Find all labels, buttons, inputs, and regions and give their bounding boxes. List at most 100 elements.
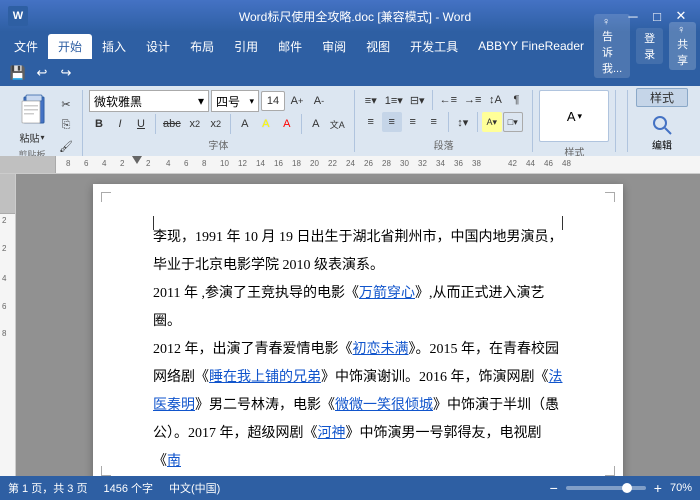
page-corner-br bbox=[605, 466, 615, 476]
document-content: 李现，1991 年 10 月 19 日出生于湖北省荆州市，中国内地男演员， 毕业… bbox=[153, 224, 563, 476]
font-size-selector[interactable]: 四号 ▾ bbox=[211, 90, 259, 112]
page-count: 第 1 页，共 3 页 bbox=[8, 480, 87, 496]
underline-btn[interactable]: U bbox=[131, 114, 151, 134]
save-btn[interactable]: 💾 bbox=[8, 63, 28, 83]
paste-dropdown[interactable]: ▾ bbox=[40, 133, 44, 142]
title-text: Word标尺使用全攻略.doc [兼容模式] - Word bbox=[88, 8, 622, 25]
menu-item-abbyy[interactable]: ABBYY FineReader bbox=[468, 35, 594, 57]
styles-gallery[interactable]: A ▾ bbox=[539, 90, 609, 142]
find-edit-btn[interactable]: 编辑 bbox=[646, 111, 678, 154]
menu-item-dev[interactable]: 开发工具 bbox=[400, 34, 468, 59]
zoom-in-btn[interactable]: + bbox=[654, 480, 662, 496]
paragraph-1: 李现，1991 年 10 月 19 日出生于湖北省荆州市，中国内地男演员， bbox=[153, 224, 563, 252]
font-color-btn[interactable]: A bbox=[277, 114, 297, 134]
paragraph-3: 2011 年 ,参演了王竞执导的电影《万箭穿心》,从而正式进入演艺圈。 bbox=[153, 280, 563, 336]
font-grow-btn[interactable]: A+ bbox=[287, 91, 307, 111]
paste-button[interactable]: 粘贴 ▾ bbox=[10, 90, 54, 147]
link-heshen[interactable]: 河神 bbox=[318, 426, 346, 441]
language: 中文(中国) bbox=[169, 480, 220, 496]
link-weiweixiao[interactable]: 微微一笑很倾城 bbox=[335, 398, 433, 413]
styles-big-btn[interactable]: 样式 bbox=[636, 88, 688, 107]
cursor-mark-r bbox=[562, 216, 563, 230]
sort-btn[interactable]: ↕A bbox=[485, 90, 505, 110]
bold-btn[interactable]: B bbox=[89, 114, 109, 134]
search-icon bbox=[650, 113, 674, 137]
number-list-btn[interactable]: 1≡▾ bbox=[382, 90, 406, 110]
paste-label: 粘贴 bbox=[19, 130, 39, 145]
superscript-btn[interactable]: x2 bbox=[206, 114, 226, 134]
undo-btn[interactable]: ↩ bbox=[32, 63, 52, 83]
link-wanjiancchuanxin[interactable]: 万箭穿心 bbox=[359, 286, 415, 301]
menu-item-home[interactable]: 开始 bbox=[48, 34, 92, 59]
pinyin-btn[interactable]: 文A bbox=[327, 114, 348, 134]
ribbon-main: 粘贴 ▾ 剪贴板 ✂ ⎘ 🖌 微软雅黑 ▾ bbox=[0, 86, 700, 156]
menu-item-view[interactable]: 视图 bbox=[356, 34, 400, 59]
align-left-btn[interactable]: ≡ bbox=[361, 112, 381, 132]
highlight-btn[interactable]: A bbox=[256, 114, 276, 134]
app-icon: W bbox=[8, 6, 28, 26]
align-right-btn[interactable]: ≡ bbox=[403, 112, 423, 132]
vertical-ruler: 2 2 4 6 8 bbox=[0, 174, 16, 476]
edit-btn-label: 编辑 bbox=[652, 137, 672, 152]
page-corner-bl bbox=[101, 466, 111, 476]
login-btn[interactable]: 登录 bbox=[636, 28, 663, 64]
page-corner-tr bbox=[605, 192, 615, 202]
zoom-thumb bbox=[622, 483, 632, 493]
align-center-btn[interactable]: ≡ bbox=[382, 112, 402, 132]
zoom-out-btn[interactable]: − bbox=[550, 480, 558, 496]
text-effect-btn[interactable]: A bbox=[235, 114, 255, 134]
tell-me-input[interactable]: ♀ 告诉我... bbox=[594, 14, 630, 78]
decrease-indent-btn[interactable]: ←≡ bbox=[437, 90, 460, 110]
border-btn[interactable]: □▾ bbox=[503, 112, 523, 132]
show-hide-btn[interactable]: ¶ bbox=[506, 90, 526, 110]
menu-item-references[interactable]: 引用 bbox=[224, 34, 268, 59]
justify-btn[interactable]: ≡ bbox=[424, 112, 444, 132]
clipboard-section: 粘贴 ▾ 剪贴板 ✂ ⎘ 🖌 bbox=[4, 90, 83, 160]
menu-item-review[interactable]: 审阅 bbox=[312, 34, 356, 59]
link-nan[interactable]: 南 bbox=[167, 454, 181, 469]
strikethrough-btn[interactable]: abc bbox=[160, 114, 184, 134]
copy-btn[interactable]: ⎘ bbox=[56, 115, 76, 135]
increase-indent-btn[interactable]: →≡ bbox=[461, 90, 484, 110]
italic-btn[interactable]: I bbox=[110, 114, 130, 134]
cursor-mark bbox=[153, 216, 154, 230]
statusbar: 第 1 页，共 3 页 1456 个字 中文(中国) − + 70% bbox=[0, 476, 700, 500]
horizontal-ruler: 8 6 4 2 2 4 6 8 10 12 14 16 18 20 22 24 … bbox=[0, 156, 700, 174]
styles-btn-label: 样式 bbox=[650, 89, 674, 106]
share-btn[interactable]: ♀ 共享 bbox=[669, 22, 696, 70]
cut-btn[interactable]: ✂ bbox=[56, 94, 76, 114]
redo-btn[interactable]: ↪ bbox=[56, 63, 76, 83]
document-area: 李现，1991 年 10 月 19 日出生于湖北省荆州市，中国内地男演员， 毕业… bbox=[16, 174, 700, 476]
line-spacing-btn[interactable]: ↕▾ bbox=[453, 112, 473, 132]
paragraph-2: 毕业于北京电影学院 2010 级表演系。 bbox=[153, 252, 563, 280]
zoom-level: 70% bbox=[670, 482, 692, 494]
link-shuizai[interactable]: 睡在我上铺的兄弟 bbox=[209, 370, 321, 385]
word-count: 1456 个字 bbox=[103, 480, 153, 496]
zoom-slider[interactable] bbox=[566, 486, 646, 490]
menu-item-insert[interactable]: 插入 bbox=[92, 34, 136, 59]
font-size-num-box[interactable]: 14 bbox=[261, 91, 285, 111]
bullet-list-btn[interactable]: ≡▾ bbox=[361, 90, 381, 110]
menu-item-layout[interactable]: 布局 bbox=[180, 34, 224, 59]
para-section-label: 段落 bbox=[361, 137, 527, 152]
document-page: 李现，1991 年 10 月 19 日出生于湖北省荆州市，中国内地男演员， 毕业… bbox=[93, 184, 623, 476]
paragraph-4: 2012 年，出演了青春爱情电影《初恋未满》。2015 年，在青春校园网络剧《睡… bbox=[153, 336, 563, 476]
font-section: 微软雅黑 ▾ 四号 ▾ 14 A+ A- B I U bbox=[83, 90, 355, 152]
menubar: 文件 开始 插入 设计 布局 引用 邮件 审阅 视图 开发工具 ABBYY Fi… bbox=[0, 32, 700, 60]
page-corner-tl bbox=[101, 192, 111, 202]
paste-icon bbox=[16, 93, 48, 129]
status-left: 第 1 页，共 3 页 1456 个字 中文(中国) bbox=[8, 480, 220, 496]
link-chulian[interactable]: 初恋未满 bbox=[353, 342, 409, 357]
shading-btn[interactable]: A▾ bbox=[482, 112, 502, 132]
font-name-selector[interactable]: 微软雅黑 ▾ bbox=[89, 90, 209, 112]
font-section-label: 字体 bbox=[89, 137, 348, 152]
menu-item-mail[interactable]: 邮件 bbox=[268, 34, 312, 59]
styles-section: A ▾ 样式 bbox=[533, 90, 616, 152]
font-shrink-btn[interactable]: A- bbox=[309, 91, 329, 111]
subscript-btn[interactable]: x2 bbox=[185, 114, 205, 134]
menu-item-file[interactable]: 文件 bbox=[4, 34, 48, 59]
menu-item-design[interactable]: 设计 bbox=[136, 34, 180, 59]
multi-level-list-btn[interactable]: ⊟▾ bbox=[407, 90, 428, 110]
char-spacing-btn[interactable]: A bbox=[306, 114, 326, 134]
format-painter-btn[interactable]: 🖌 bbox=[56, 136, 76, 156]
